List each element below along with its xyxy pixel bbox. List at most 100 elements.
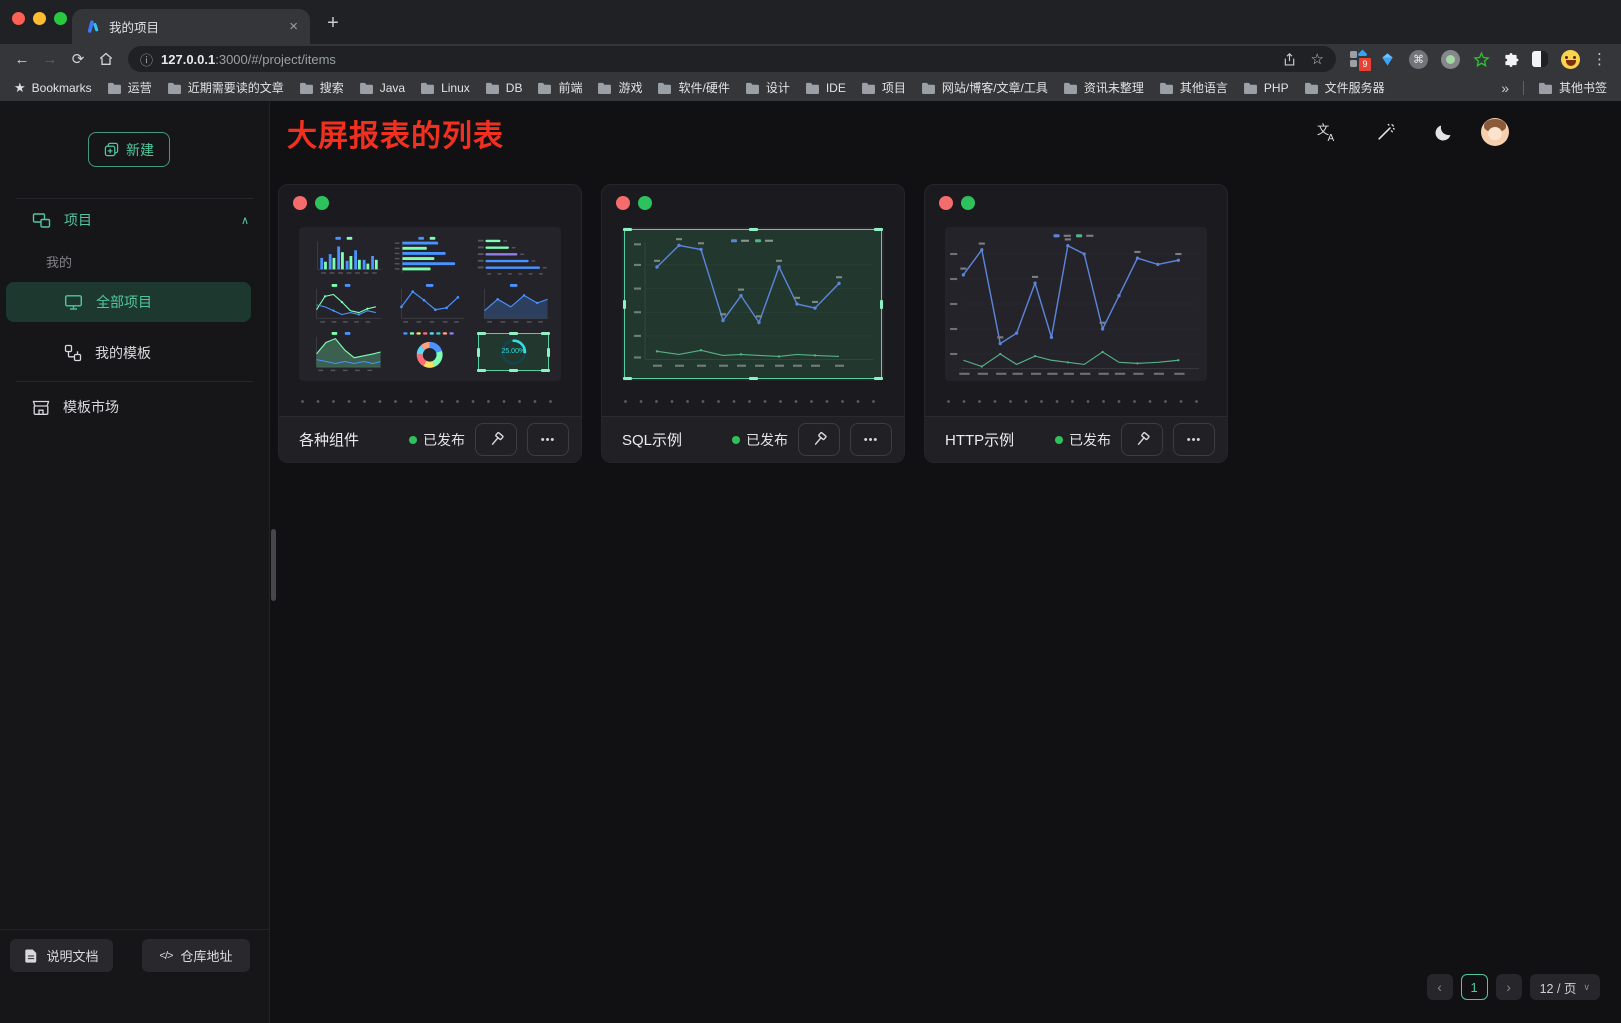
site-info-icon[interactable]: ⓘ [140,50,153,69]
main-content: 大屏报表的列表 文A [270,101,1621,1023]
bookmark-folder[interactable]: 运营 [107,79,152,96]
green-dot [638,196,652,210]
close-window-button[interactable] [12,12,25,25]
minimize-window-button[interactable] [33,12,46,25]
url-text: 127.0.0.1:3000/#/project/items [161,52,336,67]
red-dot [293,196,307,210]
page-size-select[interactable]: 12 / 页 ∨ [1530,974,1600,1000]
bookmarks-root[interactable]: ★ Bookmarks [14,80,92,96]
browser-tab[interactable]: 我的项目 × [72,9,310,44]
browser-menu-icon[interactable]: ⋮ [1586,50,1613,68]
more-actions-button[interactable]: ••• [1173,423,1215,456]
edit-project-button[interactable] [798,423,840,456]
monitor-icon [64,294,83,311]
docs-button[interactable]: 说明文档 [10,939,113,972]
current-page-button[interactable]: 1 [1461,974,1488,1000]
new-project-button[interactable]: 新建 [88,132,170,167]
scrollbar-thumb[interactable] [271,529,276,601]
card-footer: HTTP示例 已发布 ••• [925,416,1227,462]
sidebar-item-template-market[interactable]: 模板市场 [0,391,269,423]
chevron-up-icon[interactable]: ∧ [241,214,249,227]
project-card[interactable]: 25.00% 各种组件 已发布 [278,184,582,463]
more-actions-button[interactable]: ••• [850,423,892,456]
address-bar[interactable]: ⓘ 127.0.0.1:3000/#/project/items ☆ [128,46,1336,72]
mini-green-area-chart [309,331,384,373]
sidebar-item-all-projects[interactable]: 全部项目 [6,282,251,322]
code-icon: </> [160,950,173,962]
emoji-extension-icon[interactable] [1561,50,1580,69]
dark-reader-extension-icon[interactable] [1532,51,1548,67]
command-extension-icon[interactable]: ⌘ [1409,50,1428,69]
sidebar-section-project[interactable]: 项目 ∧ [0,205,249,235]
bookmark-folder[interactable]: Java [359,81,405,95]
language-icon[interactable]: 文A [1315,120,1339,144]
close-tab-icon[interactable]: × [289,19,298,34]
card-traffic-dots [293,196,329,210]
bookmark-folder[interactable]: 近期需要读的文章 [167,79,284,96]
gem-extension-icon[interactable] [1379,51,1396,67]
bookmark-folder[interactable]: 项目 [861,79,906,96]
chevron-down-icon: ∨ [1583,982,1590,993]
bookmarks-overflow-icon[interactable]: » [1501,80,1509,96]
bookmark-folder[interactable]: 其他语言 [1159,79,1228,96]
user-avatar[interactable] [1481,118,1509,146]
project-card[interactable]: HTTP示例 已发布 ••• [924,184,1228,463]
prev-page-button[interactable]: ‹ [1427,974,1453,1000]
storefront-icon [32,399,50,416]
other-bookmarks[interactable]: 其他书签 [1538,79,1607,96]
edit-project-button[interactable] [1121,423,1163,456]
selected-widget-panel: 25.00% [478,333,549,371]
divider [16,198,253,199]
mini-two-line-chart [309,283,384,325]
new-tab-button[interactable]: + [320,10,346,36]
svg-text:A: A [1328,133,1335,142]
share-icon[interactable] [1282,52,1297,67]
repo-button[interactable]: </> 仓库地址 [142,939,250,972]
reload-icon[interactable]: ⟳ [64,46,92,72]
dark-mode-moon-icon[interactable] [1431,120,1455,144]
divider [1523,81,1524,95]
puzzle-extensions-icon[interactable] [1503,52,1519,67]
bookmark-folder[interactable]: 设计 [745,79,790,96]
bookmark-folder[interactable]: 网站/博客/文章/工具 [921,79,1048,96]
bookmark-folder[interactable]: Linux [420,81,470,95]
line-chart-preview [627,232,879,376]
mini-hbar-chart [392,235,467,277]
bookmark-star-icon[interactable]: ☆ [1311,50,1324,68]
back-icon[interactable]: ← [8,46,36,72]
bookmark-folder[interactable]: IDE [805,81,846,95]
dotted-divider [624,400,882,403]
magic-wand-icon[interactable] [1373,120,1397,144]
bookmark-folder[interactable]: 资讯未整理 [1063,79,1144,96]
green-dot [315,196,329,210]
green-star-extension-icon[interactable] [1473,51,1490,67]
project-card-list: 25.00% 各种组件 已发布 [278,184,1228,463]
sidebar-item-my-templates[interactable]: 我的模板 [6,335,251,371]
green-dot [961,196,975,210]
mini-ranking-bar-chart [476,235,551,277]
mini-line-chart [392,283,467,325]
document-icon [24,948,38,964]
zoom-window-button[interactable] [54,12,67,25]
copy-plus-icon [104,142,119,157]
bookmark-folder[interactable]: DB [485,81,523,95]
red-dot [939,196,953,210]
bookmark-folder[interactable]: PHP [1243,81,1289,95]
status-dot [732,436,740,444]
more-actions-button[interactable]: ••• [527,423,569,456]
more-icon: ••• [864,434,879,446]
moon-glyph [1434,123,1453,142]
bookmark-folder[interactable]: 搜索 [299,79,344,96]
forward-icon[interactable]: → [36,46,64,72]
project-card[interactable]: SQL示例 已发布 ••• [601,184,905,463]
home-icon[interactable] [92,46,120,72]
edit-project-button[interactable] [475,423,517,456]
project-preview-thumbnail: 25.00% [299,227,561,381]
extension-grid-icon[interactable]: 9 [1350,51,1366,67]
green-dot-extension-icon[interactable] [1441,50,1460,69]
bookmark-folder[interactable]: 前端 [537,79,582,96]
next-page-button[interactable]: › [1496,974,1522,1000]
bookmark-folder[interactable]: 游戏 [597,79,642,96]
bookmark-folder[interactable]: 文件服务器 [1304,79,1385,96]
bookmark-folder[interactable]: 软件/硬件 [657,79,729,96]
